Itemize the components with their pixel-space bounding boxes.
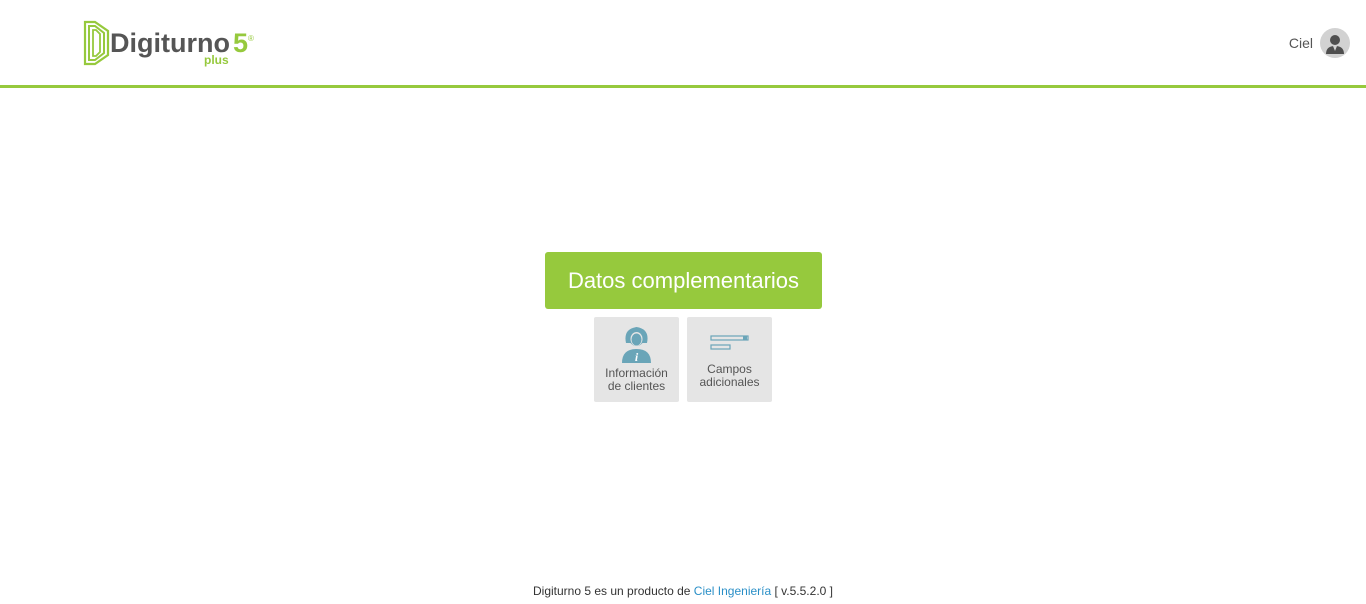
client-info-tile[interactable]: i Información de clientes — [594, 317, 679, 402]
main-content: Datos complementarios i Información de c… — [0, 88, 1366, 568]
footer-version: [ v.5.5.2.0 ] — [774, 584, 833, 598]
datos-complementarios-button[interactable]: Datos complementarios — [545, 252, 822, 309]
logo-edition-text: plus — [204, 53, 229, 67]
user-menu[interactable]: Ciel — [1289, 27, 1350, 59]
user-avatar-icon[interactable] — [1320, 28, 1350, 58]
user-name: Ciel — [1288, 35, 1313, 51]
footer: Digiturno 5 es un producto de Ciel Ingen… — [0, 584, 1366, 598]
additional-fields-icon — [710, 335, 749, 350]
client-info-icon: i — [622, 327, 651, 364]
company-link[interactable]: Ciel Ingeniería — [694, 584, 771, 598]
client-info-label-line2: de clientes — [607, 379, 666, 393]
header: Digiturno 5 ® plus Ciel — [0, 0, 1366, 88]
logo-version-text: 5 — [233, 28, 248, 58]
logo-registered-text: ® — [248, 34, 254, 43]
logo-mark-icon — [83, 20, 110, 66]
additional-fields-label-line2: adicionales — [699, 375, 760, 389]
digiturno-logo[interactable]: Digiturno 5 ® plus — [82, 19, 262, 67]
additional-fields-tile[interactable]: Campos adicionales — [687, 317, 772, 402]
tiles-container: i Información de clientes Campos adicion… — [594, 317, 772, 402]
footer-prefix: Digiturno 5 es un producto de — [533, 584, 691, 598]
